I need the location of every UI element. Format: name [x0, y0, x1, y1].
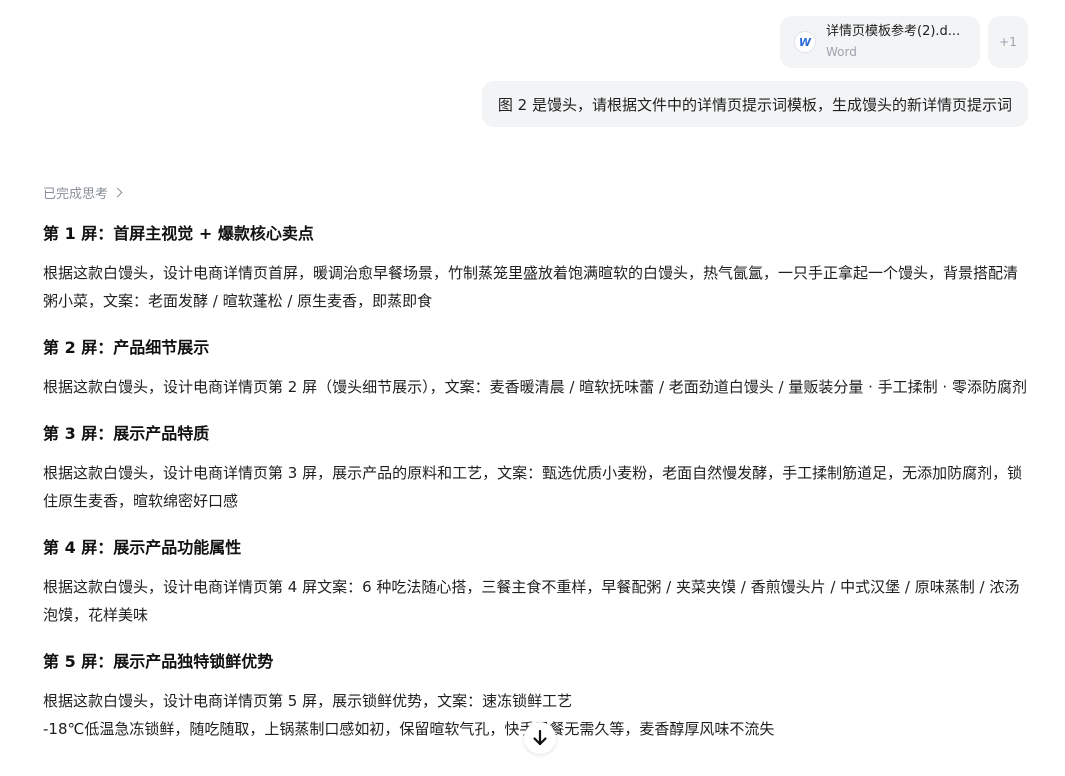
section-body: 根据这款白馒头，设计电商详情页首屏，暖调治愈早餐场景，竹制蒸笼里盛放着饱满暄软的…	[43, 264, 1019, 310]
file-name: 详情页模板参考(2).d...	[826, 24, 961, 39]
section-title: 第 4 屏：展示产品功能属性	[43, 538, 242, 557]
more-attachments-button[interactable]: +1	[988, 16, 1028, 68]
section-title: 第 2 屏：产品细节展示	[43, 338, 210, 357]
scroll-to-bottom-button[interactable]	[524, 722, 556, 754]
user-message-bubble: 图 2 是馒头，请根据文件中的详情页提示词模板，生成馒头的新详情页提示词	[481, 81, 1028, 127]
section-body: 根据这款白馒头，设计电商详情页第 4 屏文案：6 种吃法随心搭，三餐主食不重样，…	[43, 578, 1020, 624]
section-title: 第 3 屏：展示产品特质	[43, 424, 210, 443]
file-meta: 详情页模板参考(2).d... Word	[826, 23, 960, 61]
section-body: 根据这款白馒头，设计电商详情页第 3 屏，展示产品的原料和工艺，文案：甄选优质小…	[43, 464, 1023, 510]
section-body: 根据这款白馒头，设计电商详情页第 2 屏（馒头细节展示），文案：麦香暖清晨 / …	[43, 378, 1027, 396]
file-attachment-card[interactable]: W 详情页模板参考(2).d... Word	[780, 16, 980, 68]
chevron-right-icon	[112, 187, 123, 198]
arrow-down-icon	[533, 729, 547, 746]
assistant-answer: 第 1 屏：首屏主视觉 + 爆款核心卖点 根据这款白馒头，设计电商详情页首屏，暖…	[43, 220, 1028, 743]
file-type: Word	[826, 45, 857, 59]
section-title: 第 5 屏：展示产品独特锁鲜优势	[43, 652, 274, 671]
section-body-line: 根据这款白馒头，设计电商详情页第 5 屏，展示锁鲜优势，文案：速冻锁鲜工艺	[43, 692, 573, 710]
section-title: 第 1 屏：首屏主视觉 + 爆款核心卖点	[43, 224, 314, 243]
attachment-row: W 详情页模板参考(2).d... Word +1	[780, 16, 1028, 68]
thinking-label: 已完成思考	[43, 187, 109, 202]
word-icon: W	[794, 31, 816, 53]
thinking-toggle[interactable]: 已完成思考	[43, 183, 123, 202]
chat-page: W 详情页模板参考(2).d... Word +1 图 2 是馒头，请根据文件中…	[0, 0, 1065, 776]
